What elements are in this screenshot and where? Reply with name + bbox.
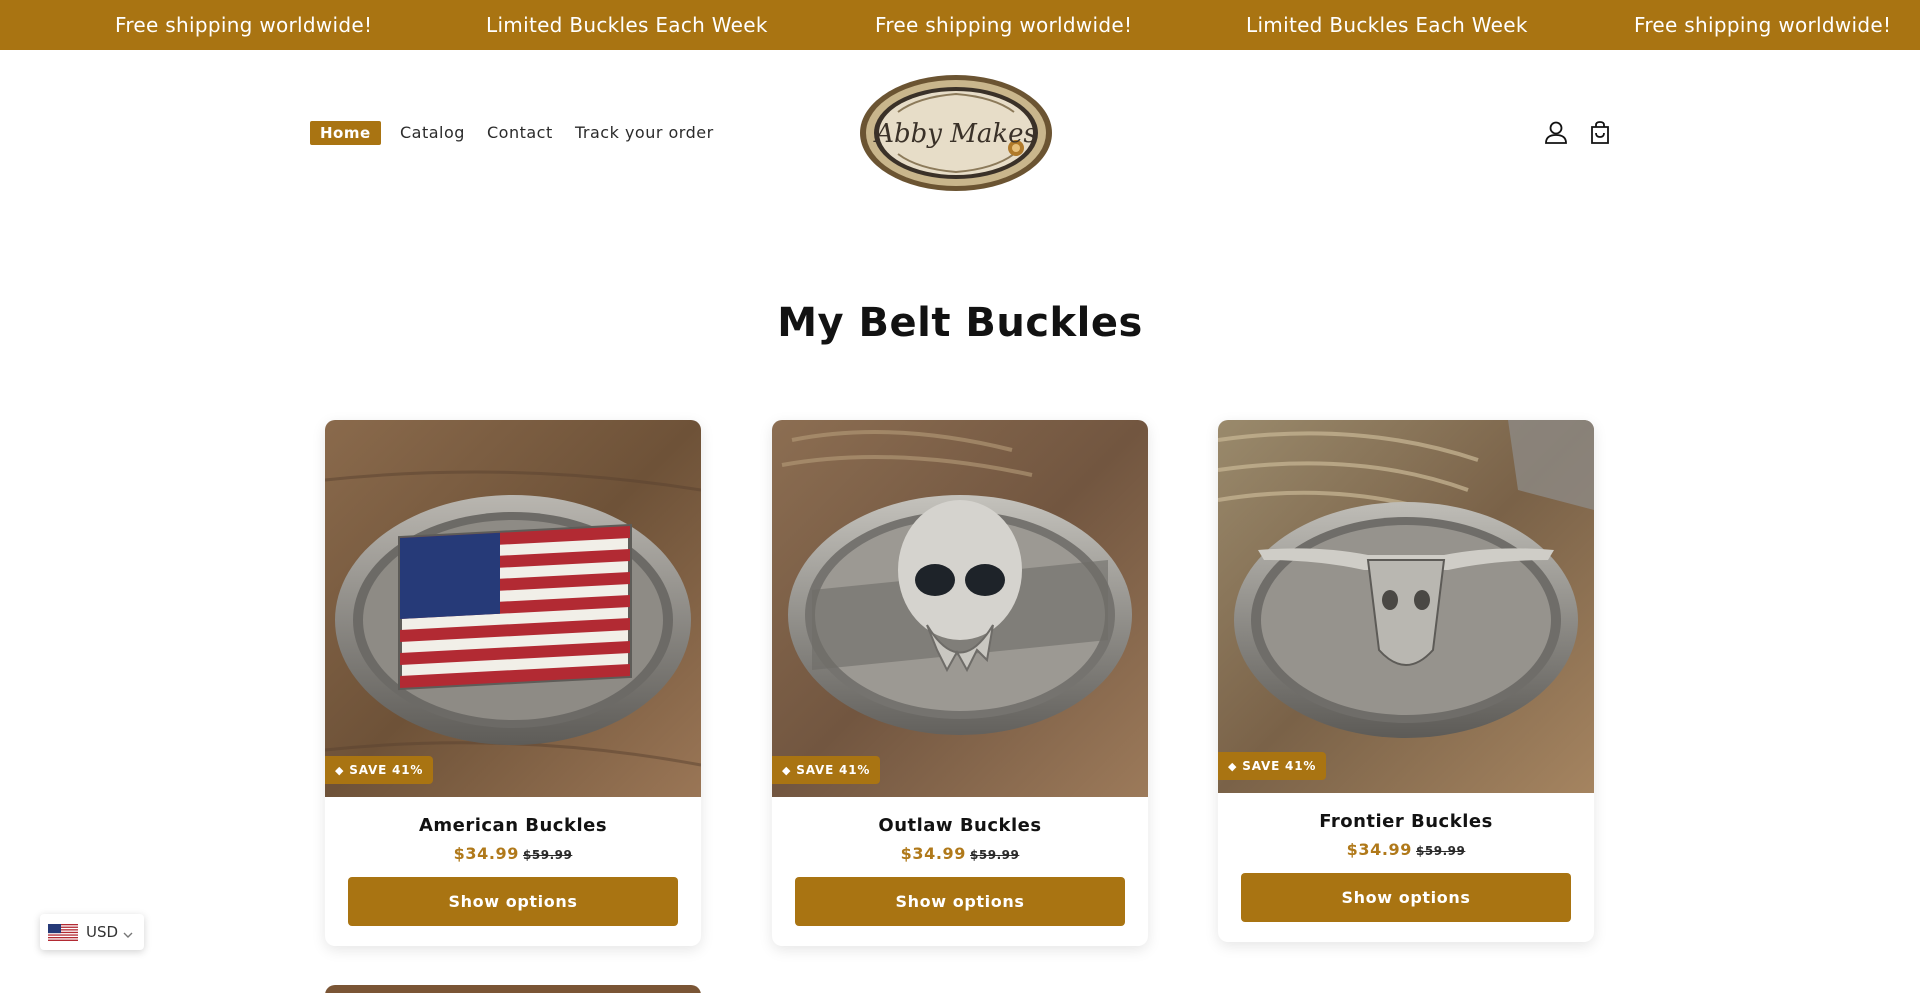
announcement-message: Free shipping worldwide!: [115, 13, 373, 37]
tag-icon: ◆: [335, 764, 345, 777]
compare-price: $59.99: [523, 848, 573, 862]
announcement-message: Free shipping worldwide!: [875, 13, 1133, 37]
product-title[interactable]: Frontier Buckles: [1218, 811, 1594, 832]
us-flag-icon: [48, 924, 78, 941]
nav-track-order[interactable]: Track your order: [575, 121, 714, 145]
chevron-down-icon: [122, 926, 134, 938]
compare-price: $59.99: [970, 848, 1020, 862]
nav-catalog[interactable]: Catalog: [400, 121, 465, 145]
store-logo[interactable]: Abby Makes: [858, 72, 1054, 194]
discount-badge-label: SAVE 41%: [349, 763, 424, 777]
product-title[interactable]: Outlaw Buckles: [772, 815, 1148, 836]
nav-contact[interactable]: Contact: [487, 121, 553, 145]
sale-price: $34.99: [453, 844, 520, 863]
discount-badge: ◆ SAVE 41%: [1218, 752, 1327, 780]
currency-code: USD: [86, 923, 119, 941]
product-card-partial[interactable]: [325, 985, 701, 993]
announcement-message: Limited Buckles Each Week: [486, 13, 768, 37]
sale-price: $34.99: [900, 844, 967, 863]
cart-icon[interactable]: [1585, 118, 1615, 148]
product-price: $34.99 $59.99: [1218, 840, 1594, 859]
discount-badge: ◆ SAVE 41%: [772, 756, 881, 784]
announcement-message: Free shipping worldwide!: [1634, 13, 1892, 37]
product-title[interactable]: American Buckles: [325, 815, 701, 836]
discount-badge: ◆ SAVE 41%: [325, 756, 434, 784]
show-options-button[interactable]: Show options: [795, 877, 1125, 926]
account-icon[interactable]: [1541, 118, 1571, 148]
product-image[interactable]: [325, 420, 701, 797]
product-card[interactable]: ◆ SAVE 41% American Buckles $34.99 $59.99 …: [325, 420, 701, 946]
tag-icon: ◆: [1228, 760, 1238, 773]
discount-badge-label: SAVE 41%: [796, 763, 871, 777]
show-options-button[interactable]: Show options: [348, 877, 678, 926]
product-card[interactable]: ◆ SAVE 41% Frontier Buckles $34.99 $59.99 …: [1218, 420, 1594, 942]
tag-icon: ◆: [782, 764, 792, 777]
product-card[interactable]: ◆ SAVE 41% Outlaw Buckles $34.99 $59.99 Sh…: [772, 420, 1148, 946]
discount-badge-label: SAVE 41%: [1242, 759, 1317, 773]
compare-price: $59.99: [1416, 844, 1466, 858]
product-price: $34.99 $59.99: [325, 844, 701, 863]
product-price: $34.99 $59.99: [772, 844, 1148, 863]
sale-price: $34.99: [1346, 840, 1413, 859]
show-options-button[interactable]: Show options: [1241, 873, 1571, 922]
announcement-message: Limited Buckles Each Week: [1246, 13, 1528, 37]
nav-home[interactable]: Home: [310, 121, 381, 145]
section-title: My Belt Buckles: [777, 300, 1143, 346]
announcement-bar: Free shipping worldwide! Limited Buckles…: [0, 0, 1920, 50]
currency-selector[interactable]: USD: [40, 914, 144, 950]
product-image[interactable]: [772, 420, 1148, 797]
product-image[interactable]: [1218, 420, 1594, 793]
logo-text: Abby Makes: [873, 119, 1037, 149]
